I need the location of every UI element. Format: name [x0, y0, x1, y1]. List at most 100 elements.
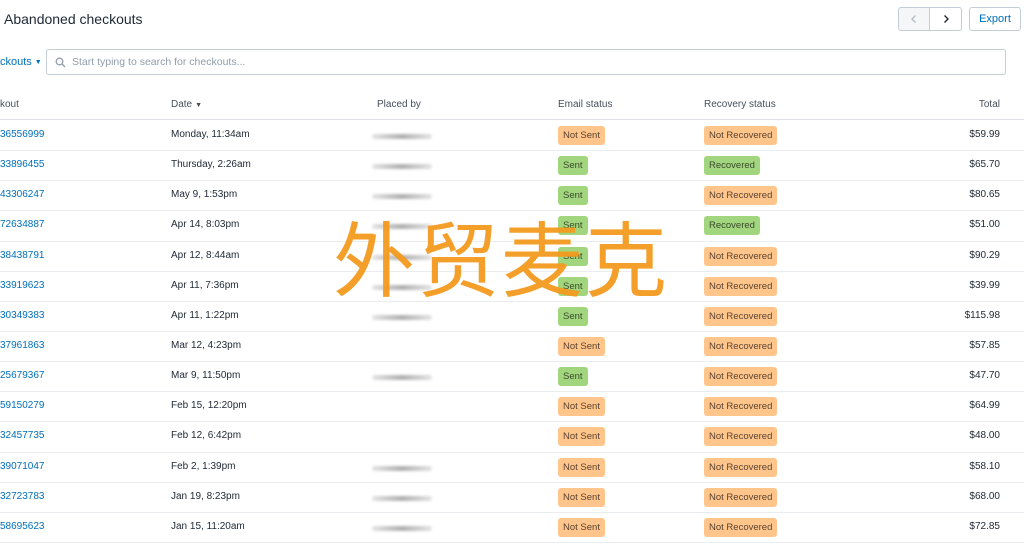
- checkout-total: $115.98: [964, 309, 1000, 321]
- checkout-date: Feb 2, 1:39pm: [171, 460, 236, 472]
- email-status-badge: Sent: [558, 156, 588, 176]
- caret-down-icon: ▼: [34, 58, 42, 66]
- checkout-link[interactable]: 59150279: [0, 400, 45, 411]
- recovery-status-badge: Recovered: [704, 216, 760, 236]
- email-status-badge: Sent: [558, 216, 588, 236]
- checkout-total: $64.99: [969, 400, 1000, 412]
- placed-by-redacted: [372, 495, 432, 501]
- placed-by-redacted: [372, 314, 432, 320]
- checkout-date: Apr 11, 7:36pm: [171, 279, 239, 291]
- table-row[interactable]: 32723783 Jan 19, 8:23pm Not Sent Not Recove…: [0, 483, 1024, 513]
- export-button[interactable]: Export: [969, 7, 1021, 31]
- header-date[interactable]: Date ▼: [171, 99, 202, 110]
- table-row[interactable]: 25679367 Mar 9, 11:50pm Sent Not Recovered $…: [0, 362, 1024, 393]
- email-status-badge: Not Sent: [558, 457, 605, 477]
- checkout-date: Apr 12, 8:44am: [171, 249, 240, 261]
- checkout-link[interactable]: 72634887: [0, 219, 45, 230]
- email-status-badge: Sent: [558, 186, 588, 206]
- table-row[interactable]: 72634887 Apr 14, 8:03pm Sent Recovered $51.0…: [0, 211, 1024, 242]
- email-status-badge: Not Sent: [558, 336, 605, 356]
- table-row[interactable]: 37961863 Mar 12, 4:23pm Not Sent Not Recove…: [0, 332, 1024, 363]
- email-status-badge: Sent: [558, 276, 588, 296]
- placed-by-redacted: [372, 164, 432, 170]
- email-status-badge: Not Sent: [558, 397, 605, 417]
- recovery-status-badge: Not Recovered: [704, 517, 778, 537]
- checkout-date: Apr 11, 1:22pm: [171, 309, 239, 321]
- checkout-date: Apr 14, 8:03pm: [171, 219, 240, 231]
- checkout-total: $90.29: [969, 249, 1000, 261]
- checkout-total: $59.99: [969, 129, 1000, 140]
- table-row[interactable]: 32457735 Feb 12, 6:42pm Not Sent Not Recove…: [0, 422, 1024, 453]
- header-checkout[interactable]: kout: [0, 99, 19, 110]
- checkout-total: $80.65: [969, 189, 1000, 201]
- table-row[interactable]: 33896455 Thursday, 2:26am Sent Recovered $65…: [0, 151, 1024, 182]
- checkout-total: $72.85: [969, 520, 1000, 532]
- placed-by-redacted: [372, 194, 432, 200]
- checkout-link[interactable]: 25679367: [0, 370, 45, 381]
- recovery-status-badge: Not Recovered: [704, 397, 778, 417]
- checkout-date: Mar 9, 11:50pm: [171, 370, 241, 382]
- email-status-badge: Not Sent: [558, 427, 605, 447]
- recovery-status-badge: Not Recovered: [704, 246, 778, 266]
- recovery-status-badge: Not Recovered: [704, 126, 778, 145]
- checkout-link[interactable]: 33919623: [0, 280, 45, 291]
- table-row[interactable]: 30349383 Apr 11, 1:22pm Sent Not Recovered $…: [0, 302, 1024, 332]
- previous-page-button[interactable]: [898, 7, 930, 31]
- chevron-right-icon: [943, 15, 949, 23]
- chevron-left-icon: [911, 15, 916, 23]
- checkout-total: $57.85: [969, 339, 1000, 351]
- checkout-link[interactable]: 58695623: [0, 521, 45, 532]
- placed-by-redacted: [372, 525, 432, 531]
- checkout-link[interactable]: 38438791: [0, 250, 45, 261]
- checkout-link[interactable]: 32723783: [0, 491, 45, 502]
- checkout-link[interactable]: 43306247: [0, 189, 45, 200]
- page-header: Abandoned checkouts Export: [0, 0, 1024, 40]
- filter-dropdown-label: ckouts: [0, 56, 32, 68]
- placed-by-redacted: [372, 375, 432, 381]
- pagination: [898, 7, 962, 31]
- checkout-total: $58.10: [969, 460, 1000, 472]
- checkout-link[interactable]: 36556999: [0, 129, 45, 140]
- sort-down-icon: ▼: [195, 102, 203, 109]
- recovery-status-badge: Not Recovered: [704, 336, 778, 356]
- checkout-link[interactable]: 39071047: [0, 461, 45, 472]
- checkout-link[interactable]: 33896455: [0, 159, 45, 170]
- header-placed-by: Placed by: [377, 99, 421, 110]
- search-input[interactable]: [72, 56, 972, 68]
- checkout-date: Jan 19, 8:23pm: [171, 490, 240, 502]
- checkout-link[interactable]: 32457735: [0, 430, 45, 441]
- email-status-badge: Not Sent: [558, 126, 605, 145]
- table-row[interactable]: 33919623 Apr 11, 7:36pm Sent Not Recovered $…: [0, 272, 1024, 302]
- header-total: Total: [978, 99, 1000, 110]
- search-box: [46, 49, 1006, 75]
- table-body: 36556999 Monday, 11:34am Not Sent Not Recov…: [0, 121, 1024, 543]
- table-row[interactable]: 59150279 Feb 15, 12:20pm Not Sent Not Recov…: [0, 392, 1024, 423]
- checkout-link[interactable]: 30349383: [0, 310, 45, 321]
- header-email-status: Email status: [558, 99, 613, 110]
- filter-bar: ckouts ▼: [0, 49, 1024, 75]
- table-row[interactable]: 39071047 Feb 2, 1:39pm Not Sent Not Recover…: [0, 453, 1024, 483]
- table-row[interactable]: 58695623 Jan 15, 11:20am Not Sent Not Recov…: [0, 513, 1024, 543]
- recovery-status-badge: Not Recovered: [704, 457, 778, 477]
- checkout-link[interactable]: 37961863: [0, 340, 45, 351]
- recovery-status-badge: Not Recovered: [704, 186, 778, 206]
- checkout-date: Feb 12, 6:42pm: [171, 430, 242, 442]
- checkout-total: $68.00: [969, 490, 1000, 502]
- placed-by-redacted: [372, 134, 432, 139]
- recovery-status-badge: Not Recovered: [704, 427, 778, 447]
- page-title: Abandoned checkouts: [4, 11, 143, 27]
- recovery-status-badge: Not Recovered: [704, 367, 778, 387]
- recovery-status-badge: Not Recovered: [704, 306, 778, 326]
- table-row[interactable]: 36556999 Monday, 11:34am Not Sent Not Recov…: [0, 121, 1024, 152]
- checkout-date: Monday, 11:34am: [171, 129, 250, 140]
- table-row[interactable]: 43306247 May 9, 1:53pm Sent Not Recovered $8…: [0, 181, 1024, 212]
- table-row[interactable]: 38438791 Apr 12, 8:44am Sent Not Recovered $…: [0, 242, 1024, 272]
- checkouts-filter-dropdown[interactable]: ckouts ▼: [0, 49, 46, 75]
- checkout-total: $65.70: [969, 159, 1000, 171]
- checkout-date: Jan 15, 11:20am: [171, 520, 245, 532]
- next-page-button[interactable]: [930, 7, 962, 31]
- recovery-status-badge: Recovered: [704, 156, 760, 176]
- checkout-date: May 9, 1:53pm: [171, 189, 238, 201]
- checkout-date: Thursday, 2:26am: [171, 159, 251, 171]
- checkout-total: $51.00: [969, 219, 1000, 231]
